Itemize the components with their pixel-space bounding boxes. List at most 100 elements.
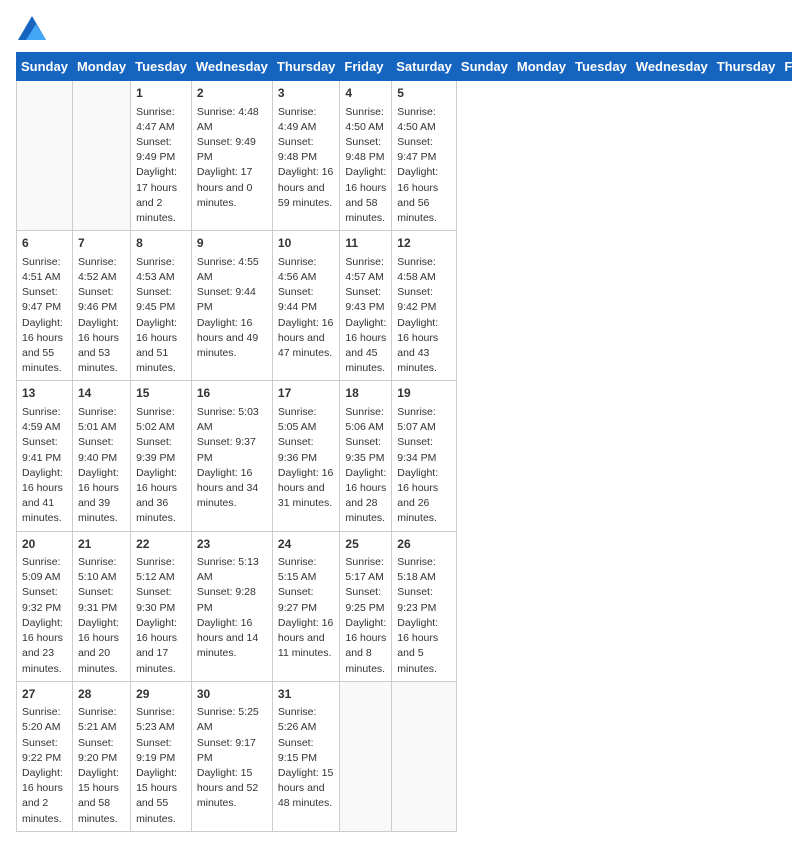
day-info: Daylight: 16 hours and 56 minutes.: [397, 165, 451, 226]
day-number: 19: [397, 385, 451, 402]
day-info: Sunset: 9:25 PM: [345, 585, 386, 615]
calendar-cell: 11 Sunrise: 4:57 AMSunset: 9:43 PMDayligh…: [340, 231, 392, 381]
header-friday: Friday: [340, 53, 392, 81]
day-info: Sunset: 9:42 PM: [397, 285, 451, 315]
day-info: Sunrise: 4:53 AM: [136, 255, 186, 285]
day-number: 23: [197, 536, 267, 553]
calendar-cell: [17, 81, 73, 231]
page-header: [16, 16, 776, 40]
header-saturday: Saturday: [392, 53, 457, 81]
day-info: Sunset: 9:48 PM: [345, 135, 386, 165]
day-info: Sunrise: 4:50 AM: [345, 105, 386, 135]
calendar-cell: 15Sunrise: 5:02 AMSunset: 9:39 PMDayligh…: [131, 381, 192, 531]
day-info: Daylight: 15 hours and 48 minutes.: [278, 766, 335, 812]
week-row-1: 1Sunrise: 4:47 AMSunset: 9:49 PMDaylight…: [17, 81, 792, 231]
day-number: 10: [278, 235, 335, 252]
calendar-cell: 2Sunrise: 4:48 AMSunset: 9:49 PMDaylight…: [191, 81, 272, 231]
calendar-cell: [340, 681, 392, 831]
header-monday: Monday: [72, 53, 130, 81]
calendar-cell: 17Sunrise: 5:05 AMSunset: 9:36 PMDayligh…: [272, 381, 340, 531]
day-info: Sunrise: 5:07 AM: [397, 405, 451, 435]
day-info: Daylight: 16 hours and 59 minutes.: [278, 165, 335, 211]
day-info: Sunset: 9:34 PM: [397, 435, 451, 465]
day-info: Daylight: 16 hours and 45 minutes.: [345, 316, 386, 377]
day-info: Daylight: 16 hours and 41 minutes.: [22, 466, 67, 527]
day-info: Daylight: 17 hours and 2 minutes.: [136, 165, 186, 226]
day-info: Sunset: 9:22 PM: [22, 736, 67, 766]
day-info: Daylight: 16 hours and 8 minutes.: [345, 616, 386, 677]
day-info: Sunrise: 5:03 AM: [197, 405, 267, 435]
day-info: Sunset: 9:17 PM: [197, 736, 267, 766]
calendar-cell: 1Sunrise: 4:47 AMSunset: 9:49 PMDaylight…: [131, 81, 192, 231]
calendar-cell: 29Sunrise: 5:23 AMSunset: 9:19 PMDayligh…: [131, 681, 192, 831]
day-info: Sunrise: 5:18 AM: [397, 555, 451, 585]
day-number: 29: [136, 686, 186, 703]
day-number: 22: [136, 536, 186, 553]
calendar-cell: 5Sunrise: 4:50 AMSunset: 9:47 PMDaylight…: [392, 81, 457, 231]
day-info: Daylight: 16 hours and 49 minutes.: [197, 316, 267, 362]
day-number: 25: [345, 536, 386, 553]
day-info: Daylight: 16 hours and 31 minutes.: [278, 466, 335, 512]
day-info: Sunset: 9:27 PM: [278, 585, 335, 615]
day-info: Daylight: 16 hours and 20 minutes.: [78, 616, 125, 677]
day-info: Daylight: 16 hours and 58 minutes.: [345, 165, 386, 226]
day-info: Daylight: 16 hours and 26 minutes.: [397, 466, 451, 527]
day-number: 2: [197, 85, 267, 102]
day-number: 30: [197, 686, 267, 703]
day-number: 26: [397, 536, 451, 553]
day-info: Sunrise: 5:15 AM: [278, 555, 335, 585]
day-info: Sunrise: 5:21 AM: [78, 705, 125, 735]
day-number: 4: [345, 85, 386, 102]
day-info: Sunset: 9:19 PM: [136, 736, 186, 766]
calendar-header-row: SundayMondayTuesdayWednesdayThursdayFrid…: [17, 53, 792, 81]
calendar-cell: 22Sunrise: 5:12 AMSunset: 9:30 PMDayligh…: [131, 531, 192, 681]
calendar-cell: 7Sunrise: 4:52 AMSunset: 9:46 PMDaylight…: [72, 231, 130, 381]
day-number: 14: [78, 385, 125, 402]
day-info: Sunrise: 4:58 AM: [397, 255, 451, 285]
header-day-thursday: Thursday: [712, 53, 780, 81]
week-row-2: 6Sunrise: 4:51 AMSunset: 9:47 PMDaylight…: [17, 231, 792, 381]
day-info: Daylight: 17 hours and 0 minutes.: [197, 165, 267, 211]
day-info: Sunrise: 5:26 AM: [278, 705, 335, 735]
calendar-cell: 3Sunrise: 4:49 AMSunset: 9:48 PMDaylight…: [272, 81, 340, 231]
day-number: 8: [136, 235, 186, 252]
day-info: Sunrise: 5:05 AM: [278, 405, 335, 435]
header-thursday: Thursday: [272, 53, 340, 81]
day-info: Sunset: 9:23 PM: [397, 585, 451, 615]
day-info: Sunset: 9:45 PM: [136, 285, 186, 315]
day-info: Sunrise: 4:50 AM: [397, 105, 451, 135]
calendar-cell: 21Sunrise: 5:10 AMSunset: 9:31 PMDayligh…: [72, 531, 130, 681]
calendar-cell: 26Sunrise: 5:18 AMSunset: 9:23 PMDayligh…: [392, 531, 457, 681]
day-number: 17: [278, 385, 335, 402]
day-info: Sunset: 9:37 PM: [197, 435, 267, 465]
day-info: Sunrise: 4:57 AM: [345, 255, 386, 285]
calendar-cell: 13Sunrise: 4:59 AMSunset: 9:41 PMDayligh…: [17, 381, 73, 531]
week-row-5: 27Sunrise: 5:20 AMSunset: 9:22 PMDayligh…: [17, 681, 792, 831]
calendar-table: SundayMondayTuesdayWednesdayThursdayFrid…: [16, 52, 792, 832]
day-info: Sunset: 9:41 PM: [22, 435, 67, 465]
calendar-cell: 6Sunrise: 4:51 AMSunset: 9:47 PMDaylight…: [17, 231, 73, 381]
day-info: Sunrise: 5:06 AM: [345, 405, 386, 435]
day-info: Sunset: 9:15 PM: [278, 736, 335, 766]
calendar-cell: 9Sunrise: 4:55 AMSunset: 9:44 PMDaylight…: [191, 231, 272, 381]
calendar-cell: 8Sunrise: 4:53 AMSunset: 9:45 PMDaylight…: [131, 231, 192, 381]
header-wednesday: Wednesday: [191, 53, 272, 81]
header-day-tuesday: Tuesday: [571, 53, 632, 81]
calendar-cell: [392, 681, 457, 831]
day-info: Daylight: 16 hours and 23 minutes.: [22, 616, 67, 677]
day-info: Sunrise: 4:49 AM: [278, 105, 335, 135]
week-row-4: 20Sunrise: 5:09 AMSunset: 9:32 PMDayligh…: [17, 531, 792, 681]
day-info: Sunset: 9:48 PM: [278, 135, 335, 165]
day-info: Daylight: 16 hours and 36 minutes.: [136, 466, 186, 527]
day-info: Daylight: 16 hours and 55 minutes.: [22, 316, 67, 377]
day-info: Sunrise: 5:13 AM: [197, 555, 267, 585]
day-number: 11: [345, 235, 386, 252]
calendar-cell: 12Sunrise: 4:58 AMSunset: 9:42 PMDayligh…: [392, 231, 457, 381]
day-info: Daylight: 16 hours and 43 minutes.: [397, 316, 451, 377]
day-info: Sunset: 9:39 PM: [136, 435, 186, 465]
day-info: Sunrise: 4:48 AM: [197, 105, 267, 135]
calendar-cell: 25Sunrise: 5:17 AMSunset: 9:25 PMDayligh…: [340, 531, 392, 681]
day-info: Sunset: 9:43 PM: [345, 285, 386, 315]
day-info: Sunset: 9:35 PM: [345, 435, 386, 465]
day-info: Sunrise: 5:23 AM: [136, 705, 186, 735]
